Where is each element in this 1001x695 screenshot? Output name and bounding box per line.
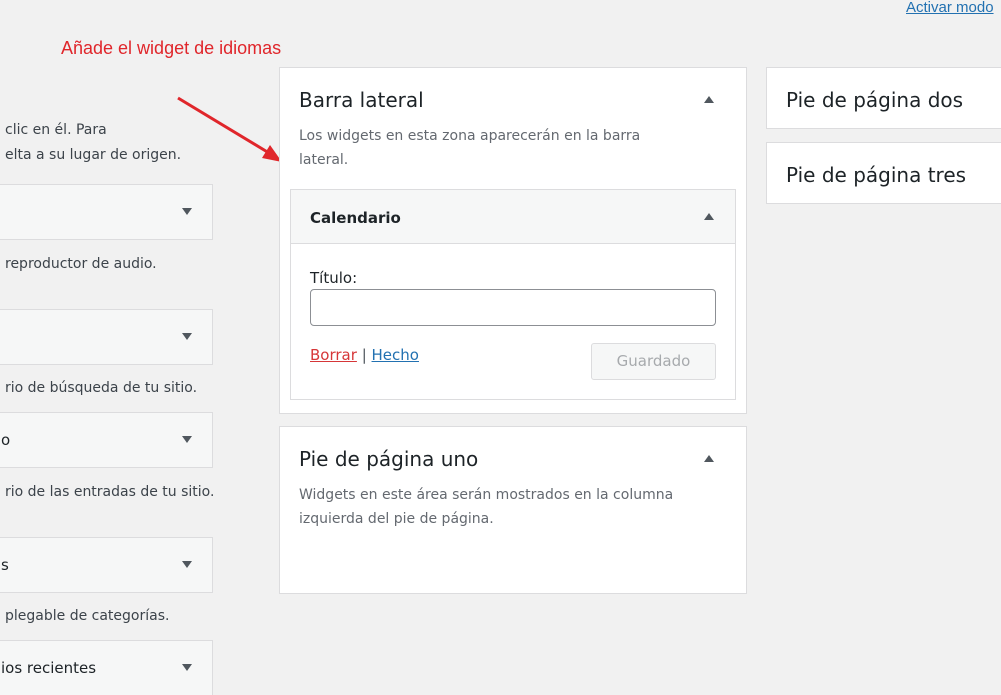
available-widget-name: o [1, 431, 11, 449]
available-widget-5[interactable]: ios recientes [0, 640, 213, 695]
available-intro-line1: clic en él. Para [5, 122, 107, 138]
available-widget-name: s [1, 556, 9, 574]
widget-actions: Borrar | Hecho [310, 346, 419, 364]
collapse-arrow-icon[interactable] [704, 213, 714, 220]
footer-two-panel[interactable]: Pie de página dos [766, 67, 1001, 129]
expand-arrow-icon[interactable] [182, 561, 192, 568]
expand-arrow-icon[interactable] [182, 333, 192, 340]
available-widget-2[interactable] [0, 309, 213, 365]
done-link[interactable]: Hecho [372, 346, 419, 364]
title-field-label: Título: [310, 269, 358, 287]
available-widget-desc: reproductor de audio. [5, 256, 157, 272]
available-intro-line2: elta a su lugar de origen. [5, 147, 182, 163]
collapse-arrow-icon[interactable] [704, 455, 714, 462]
delete-link[interactable]: Borrar [310, 346, 357, 364]
calendar-widget-title: Calendario [310, 209, 401, 227]
calendar-widget: Calendario Título: Borrar | Hecho Guarda… [290, 189, 736, 400]
expand-arrow-icon[interactable] [182, 436, 192, 443]
footer-three-panel[interactable]: Pie de página tres [766, 142, 1001, 204]
available-widget-desc: plegable de categorías. [5, 608, 170, 624]
footer-one-title[interactable]: Pie de página uno [299, 447, 478, 471]
title-input[interactable] [310, 289, 716, 326]
available-widget-3[interactable]: o [0, 412, 213, 468]
footer-three-title[interactable]: Pie de página tres [786, 163, 966, 187]
footer-one-panel: Pie de página uno Widgets en este área s… [279, 426, 747, 594]
actions-separator: | [361, 346, 367, 364]
available-widget-4[interactable]: s [0, 537, 213, 593]
available-widget-1[interactable] [0, 184, 213, 240]
activate-mode-link[interactable]: Activar modo [906, 0, 994, 16]
saved-button[interactable]: Guardado [591, 343, 716, 380]
sidebar-area-title[interactable]: Barra lateral [299, 88, 424, 112]
expand-arrow-icon[interactable] [182, 664, 192, 671]
available-widget-desc: rio de las entradas de tu sitio. [5, 484, 215, 500]
sidebar-area-panel: Barra lateral Los widgets en esta zona a… [279, 67, 747, 414]
calendar-widget-header[interactable]: Calendario [291, 190, 735, 244]
available-widget-desc: rio de búsqueda de tu sitio. [5, 380, 198, 396]
collapse-arrow-icon[interactable] [704, 96, 714, 103]
annotation-text: Añade el widget de idiomas [61, 38, 282, 58]
sidebar-area-desc: Los widgets en esta zona aparecerán en l… [299, 128, 641, 168]
footer-two-title[interactable]: Pie de página dos [786, 88, 963, 112]
footer-one-desc: Widgets en este área serán mostrados en … [299, 487, 674, 527]
expand-arrow-icon[interactable] [182, 208, 192, 215]
available-widget-name: ios recientes [1, 659, 97, 677]
annotation-arrow [177, 96, 282, 162]
